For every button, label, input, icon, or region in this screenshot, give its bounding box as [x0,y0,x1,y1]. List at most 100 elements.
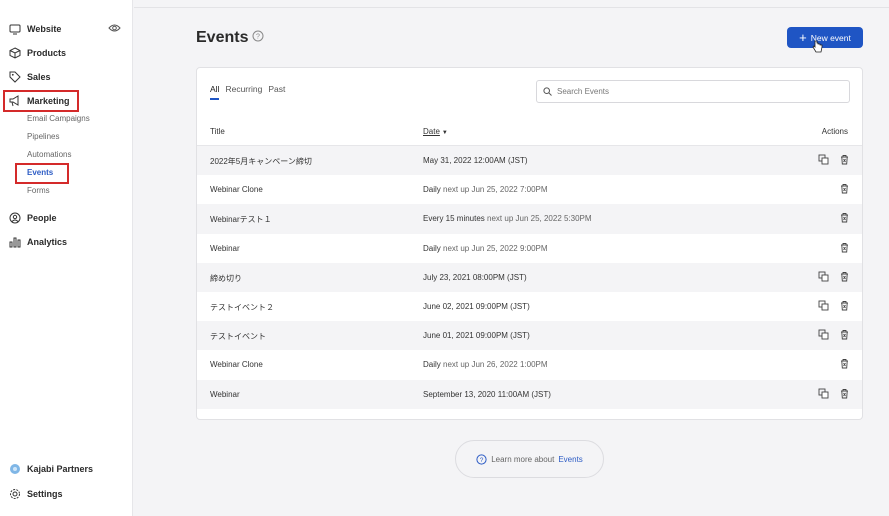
event-date: Daily next up Jun 26, 2022 1:00PM [423,360,548,369]
svg-text:?: ? [256,34,260,41]
trash-icon[interactable] [839,300,850,311]
event-date-next: next up Jun 25, 2022 5:30PM [484,214,592,224]
sidebar-sub-pipelines[interactable]: Pipelines [27,131,59,143]
event-date: June 02, 2021 09:00PM (JST) [423,302,530,311]
column-date-label: Date [423,127,440,136]
event-date: May 31, 2022 12:00AM (JST) [423,156,528,165]
event-title[interactable]: テストイベント２ [210,302,274,313]
table-row[interactable]: Webinarテスト１ Every 15 minutes next up Jun … [197,204,862,234]
learn-more-pill[interactable]: ? Learn more about Events [455,440,604,478]
search-box[interactable] [536,80,850,103]
copy-icon[interactable] [818,300,829,311]
event-date: Daily next up Jun 25, 2022 7:00PM [423,185,548,194]
event-date-main: September 13, 2020 11:00AM (JST) [423,389,551,399]
sidebar-sub-automations[interactable]: Automations [27,149,71,161]
event-date-main: June 02, 2021 09:00PM (JST) [423,301,530,311]
sidebar: Website Products Sales Marketing Email C… [0,0,133,516]
monitor-icon [9,23,21,35]
event-date-main: Daily [423,185,441,195]
sidebar-item-label: Website [27,24,62,34]
help-icon: ? [476,453,487,465]
eye-icon[interactable] [108,23,121,33]
table-row[interactable]: Webinar Clone Daily next up Jun 26, 2022 … [197,350,862,379]
event-date: September 13, 2020 11:00AM (JST) [423,390,551,399]
tag-icon [9,71,21,83]
copy-icon[interactable] [818,271,829,282]
sidebar-item-analytics[interactable]: Analytics [9,235,67,249]
sidebar-item-label: Sales [27,72,51,82]
event-title[interactable]: 2022年5月キャンペーン締切 [210,156,312,167]
event-date: Every 15 minutes next up Jun 25, 2022 5:… [423,214,592,223]
trash-icon[interactable] [839,271,850,282]
event-tabs: All Recurring Past [210,84,285,100]
hand-cursor-icon [812,40,823,53]
table-row[interactable]: テストイベント June 01, 2021 09:00PM (JST) [197,321,862,351]
learn-more-link[interactable]: Events [558,455,582,464]
table-row[interactable]: Webinar Daily next up Jun 25, 2022 9:00PM [197,234,862,263]
event-date-main: May 31, 2022 12:00AM (JST) [423,156,528,165]
table-row[interactable]: Webinar September 13, 2020 11:00AM (JST) [197,379,862,409]
trash-icon[interactable] [839,358,850,369]
person-circle-icon [9,212,21,224]
sidebar-item-website[interactable]: Website [9,22,61,36]
help-icon[interactable]: ? [252,30,264,42]
event-date-next: next up Jun 26, 2022 1:00PM [440,360,548,370]
sidebar-item-kajabi-partners[interactable]: Kajabi Partners [9,462,93,476]
event-title[interactable]: Webinar Clone [210,360,263,369]
sort-caret-icon: ▼ [441,130,448,136]
sidebar-item-label: Kajabi Partners [27,464,94,474]
event-date-main: Daily [423,360,441,370]
svg-text:?: ? [480,457,484,464]
trash-icon[interactable] [839,183,850,194]
event-date-next: next up Jun 25, 2022 7:00PM [440,185,548,195]
column-title[interactable]: Title [210,127,225,136]
events-card: All Recurring Past Title Date▼ Actions 2… [196,67,863,420]
tab-all[interactable]: All [210,84,220,100]
table-row[interactable]: 締め切り July 23, 2021 08:00PM (JST) [197,262,862,292]
event-title[interactable]: Webinar [210,244,240,253]
sidebar-item-label: Products [27,48,67,58]
trash-icon[interactable] [839,154,850,165]
page-title: Events [196,29,249,46]
column-date[interactable]: Date ▼ [423,127,448,136]
new-event-button[interactable]: + New event [787,27,863,48]
gear-icon [9,488,21,500]
learn-more-text: Learn more about [491,454,555,464]
sidebar-item-label: Analytics [27,237,68,247]
sidebar-sub-email-campaigns[interactable]: Email Campaigns [27,113,90,125]
event-title[interactable]: Webinar [210,390,240,399]
sidebar-item-people[interactable]: People [9,211,57,225]
table-header: Title Date ▼ Actions [197,120,862,146]
tab-recurring[interactable]: Recurring [225,84,262,100]
copy-icon[interactable] [818,388,829,399]
trash-icon[interactable] [839,212,850,223]
sidebar-item-settings[interactable]: Settings [9,487,63,501]
event-date-main: Every 15 minutes [423,214,485,224]
event-date: July 23, 2021 08:00PM (JST) [423,273,527,282]
sidebar-item-sales[interactable]: Sales [9,70,51,84]
trash-icon[interactable] [839,242,850,253]
table-row[interactable]: 2022年5月キャンペーン締切 May 31, 2022 12:00AM (JST… [197,146,862,176]
copy-icon[interactable] [818,329,829,340]
event-title[interactable]: Webinar Clone [210,185,263,194]
event-date-main: July 23, 2021 08:00PM (JST) [423,272,527,282]
table-row[interactable]: テストイベント２ June 02, 2021 09:00PM (JST) [197,292,862,321]
search-input[interactable] [557,87,837,96]
event-date-next: next up Jun 25, 2022 9:00PM [440,243,548,253]
copy-icon[interactable] [818,154,829,165]
box-icon [9,47,21,59]
bar-chart-icon [9,236,21,248]
event-date-main: June 01, 2021 09:00PM (JST) [423,331,530,341]
tab-past[interactable]: Past [268,84,285,100]
events-table-body: 2022年5月キャンペーン締切 May 31, 2022 12:00AM (JST… [197,146,862,409]
table-row[interactable]: Webinar Clone Daily next up Jun 25, 2022 … [197,175,862,204]
event-title[interactable]: テストイベント [210,331,266,342]
event-title[interactable]: Webinarテスト１ [210,214,272,225]
event-title[interactable]: 締め切り [210,273,242,284]
trash-icon[interactable] [839,388,850,399]
event-date: June 01, 2021 09:00PM (JST) [423,331,530,340]
sidebar-item-products[interactable]: Products [9,46,66,60]
sidebar-sub-forms[interactable]: Forms [27,185,50,197]
trash-icon[interactable] [839,329,850,340]
highlight-events [15,163,69,184]
